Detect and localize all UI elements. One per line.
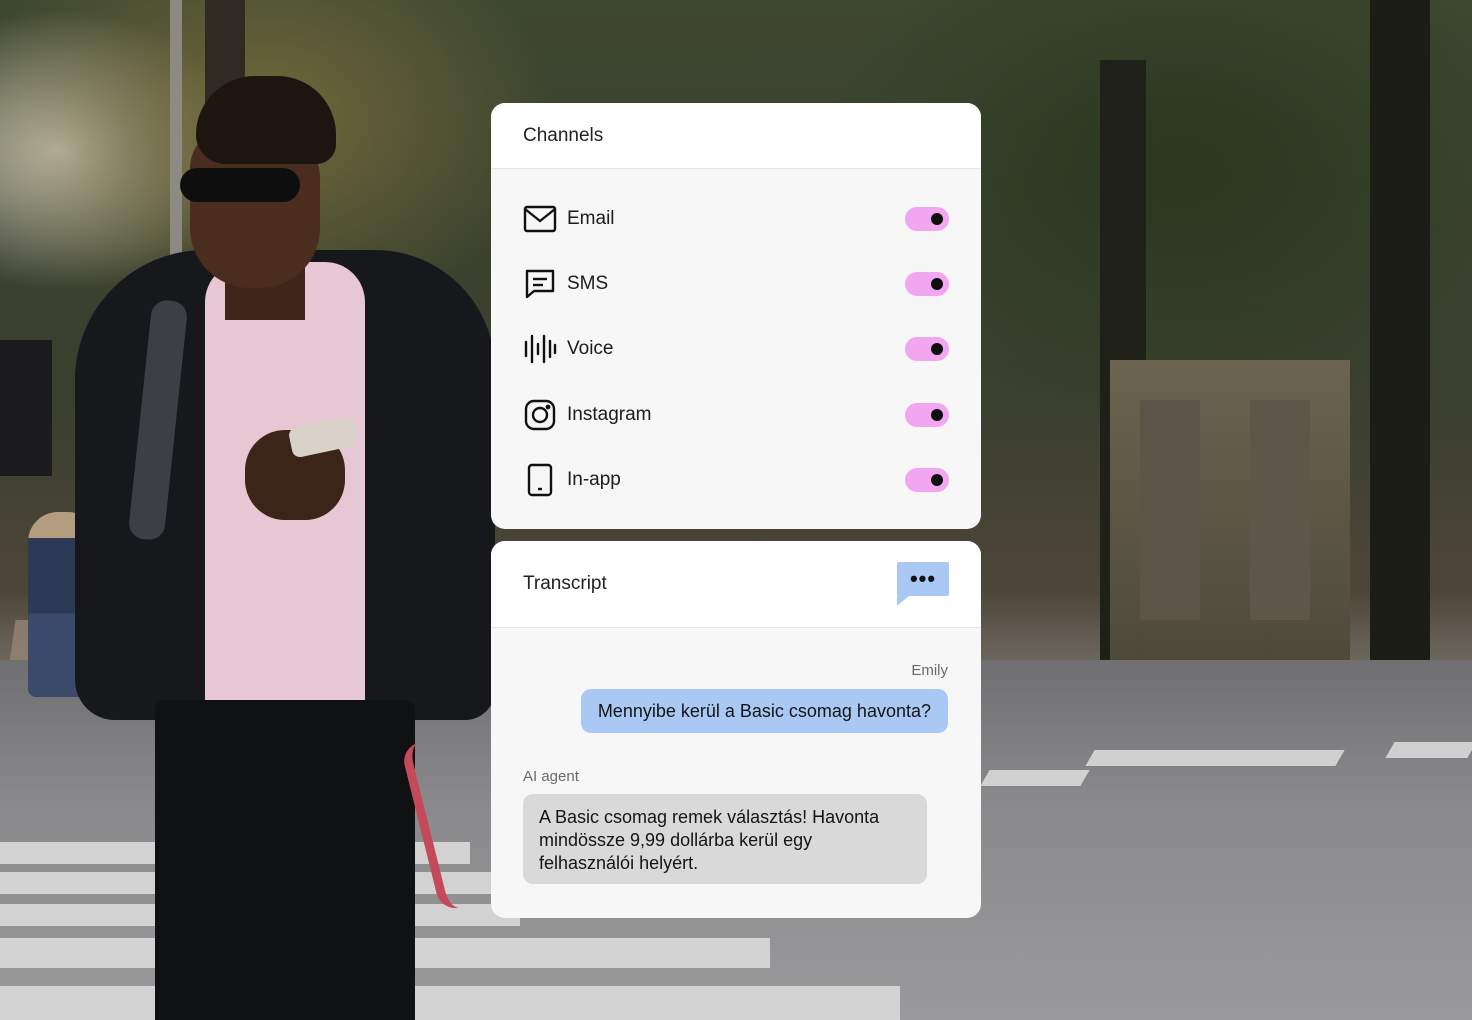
- more-options-button[interactable]: •••: [897, 562, 949, 606]
- sender-name-user: Emily: [911, 662, 948, 679]
- toggle-knob: [931, 409, 943, 421]
- in-app-icon: [523, 463, 557, 497]
- email-toggle[interactable]: [905, 207, 949, 231]
- sender-name-agent: AI agent: [523, 768, 579, 785]
- channels-card: Channels Email SMS Voice Instagram In-ap…: [491, 103, 981, 529]
- channel-row-voice: Voice: [523, 329, 949, 369]
- message-agent: A Basic csomag remek választás! Havonta …: [523, 794, 927, 884]
- channel-label-in-app: In-app: [567, 469, 621, 490]
- transcript-card: Transcript ••• Emily Mennyibe kerül a Ba…: [491, 541, 981, 918]
- channels-header: Channels: [491, 103, 981, 169]
- voice-icon: [523, 332, 557, 366]
- channel-row-sms: SMS: [523, 264, 949, 304]
- instagram-icon: [523, 398, 557, 432]
- in-app-toggle[interactable]: [905, 468, 949, 492]
- voice-toggle[interactable]: [905, 337, 949, 361]
- channel-row-instagram: Instagram: [523, 395, 949, 435]
- transcript-title: Transcript: [523, 573, 607, 594]
- message-user: Mennyibe kerül a Basic csomag havonta?: [580, 689, 948, 733]
- toggle-knob: [931, 474, 943, 486]
- instagram-toggle[interactable]: [905, 403, 949, 427]
- email-icon: [523, 202, 557, 236]
- toggle-knob: [931, 278, 943, 290]
- channels-title: Channels: [523, 124, 604, 146]
- channel-row-in-app: In-app: [523, 460, 949, 500]
- channel-label-email: Email: [567, 208, 615, 229]
- channel-label-instagram: Instagram: [567, 404, 652, 425]
- channel-label-voice: Voice: [567, 338, 614, 359]
- toggle-knob: [931, 343, 943, 355]
- channel-label-sms: SMS: [567, 273, 609, 294]
- sms-icon: [523, 267, 557, 301]
- sms-toggle[interactable]: [905, 272, 949, 296]
- toggle-knob: [931, 213, 943, 225]
- channel-row-email: Email: [523, 199, 949, 239]
- transcript-header: Transcript •••: [491, 541, 981, 628]
